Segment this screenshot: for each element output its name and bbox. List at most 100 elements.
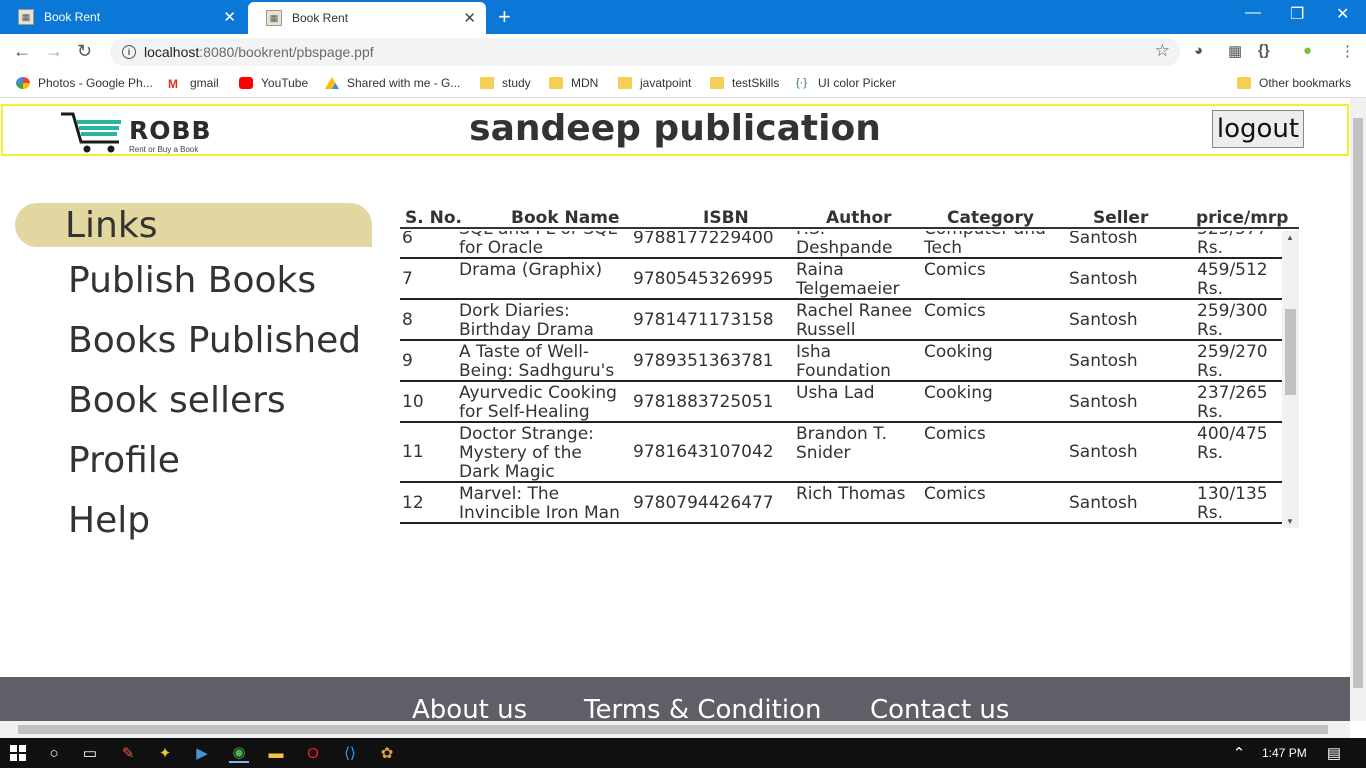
- table-body-scroll[interactable]: 6 SQL and PL or SQL for Oracle 97881772294…: [400, 231, 1282, 528]
- column-header-price: price/mrp: [1196, 208, 1289, 228]
- menu-kebab-icon[interactable]: ⋮: [1340, 42, 1355, 60]
- footer-about-us-link[interactable]: About us: [412, 695, 527, 721]
- bookmark-google-photos[interactable]: Photos - Google Ph...: [16, 76, 153, 90]
- bookmark-other-bookmarks[interactable]: Other bookmarks: [1237, 76, 1351, 90]
- browser-tab-2-active[interactable]: ▦ Book Rent ✕: [248, 2, 486, 34]
- paint3d-icon[interactable]: ✿: [377, 743, 397, 763]
- sidebar-links: Links Publish Books Books Published Book…: [15, 203, 372, 543]
- cell-name: Doctor Strange: Mystery of the Dark Magi…: [459, 424, 594, 482]
- table-row: 9 A Taste of Well-Being: Sadhguru's 978935…: [400, 341, 1282, 382]
- bookmark-gmail[interactable]: M gmail: [168, 76, 219, 91]
- site-footer: About us Terms & Condition Contact us: [0, 677, 1350, 721]
- bookmark-label: UI color Picker: [818, 76, 897, 90]
- new-tab-button[interactable]: +: [498, 4, 511, 30]
- sidebar-item-publish-books[interactable]: Publish Books: [15, 259, 372, 303]
- cell-author: Brandon T. Snider: [796, 424, 887, 463]
- sidebar-heading: Links: [15, 203, 372, 247]
- logout-button[interactable]: logout: [1212, 110, 1304, 148]
- file-explorer-icon[interactable]: ▬: [266, 743, 286, 763]
- bookmark-label: javatpoint: [640, 76, 692, 90]
- table-row: 12 Marvel: The Invincible Iron Man 9780794…: [400, 483, 1282, 524]
- cell-price: 459/512 Rs.: [1197, 260, 1268, 299]
- cell-seller: Santosh: [1069, 269, 1138, 289]
- restore-icon[interactable]: ❐: [1290, 4, 1304, 24]
- folder-icon: [480, 77, 494, 89]
- tray-chevron-up-icon[interactable]: ⌃: [1229, 743, 1249, 763]
- bookmark-star-icon[interactable]: ☆: [1155, 41, 1170, 61]
- extension-color-picker-icon[interactable]: ▦: [1228, 42, 1242, 60]
- cell-sno: 7: [402, 269, 413, 289]
- bookmarks-bar: Photos - Google Ph... M gmail YouTube Sh…: [0, 70, 1366, 98]
- footer-terms-link[interactable]: Terms & Condition: [584, 695, 821, 721]
- notification-icon[interactable]: ▤: [1324, 743, 1344, 763]
- bookmark-label: study: [502, 76, 531, 90]
- table-row: 6 SQL and PL or SQL for Oracle 97881772294…: [400, 231, 1282, 259]
- sidebar-item-help[interactable]: Help: [15, 499, 372, 543]
- sidebar-item-book-sellers[interactable]: Book sellers: [15, 379, 372, 423]
- folder-icon: [710, 77, 724, 89]
- table-scrollbar[interactable]: ▲ ▼: [1282, 231, 1299, 528]
- bookmark-folder-study[interactable]: study: [480, 76, 531, 90]
- page-vertical-scrollbar-thumb[interactable]: [1353, 118, 1363, 688]
- powershell-icon[interactable]: ▶: [192, 743, 212, 763]
- sidebar-item-books-published[interactable]: Books Published: [15, 319, 372, 363]
- cell-author: Isha Foundation: [796, 342, 891, 381]
- cell-sno: 8: [402, 310, 413, 330]
- table-row: 8 Dork Diaries: Birthday Drama 97814711731…: [400, 300, 1282, 341]
- bookmark-label: gmail: [190, 76, 219, 90]
- profile-avatar-icon[interactable]: ●: [1303, 42, 1312, 59]
- bookmark-google-drive[interactable]: Shared with me - G...: [325, 76, 460, 90]
- browser-tab-1[interactable]: ▦ Book Rent ✕: [0, 0, 246, 34]
- cell-seller: Santosh: [1069, 392, 1138, 412]
- search-circle-icon[interactable]: ○: [44, 743, 64, 763]
- extension-json-icon[interactable]: {}: [1258, 42, 1270, 59]
- cell-isbn: 9788177229400: [633, 231, 774, 248]
- cell-isbn: 9780545326995: [633, 269, 774, 289]
- cell-name: Dork Diaries: Birthday Drama: [459, 301, 594, 340]
- page-favicon-icon: ▦: [266, 10, 282, 26]
- site-header: ROBB Rent or Buy a Book sandeep publicat…: [1, 104, 1349, 156]
- close-icon[interactable]: ✕: [463, 9, 476, 27]
- folder-icon: [1237, 77, 1251, 89]
- task-view-icon[interactable]: ▭: [80, 743, 100, 763]
- cell-isbn: 9781643107042: [633, 442, 774, 462]
- windows-start-icon[interactable]: [8, 743, 28, 763]
- window-close-icon[interactable]: ✕: [1336, 4, 1349, 24]
- sidebar-item-profile[interactable]: Profile: [15, 439, 372, 483]
- scroll-up-arrow-icon[interactable]: ▲: [1286, 233, 1294, 242]
- page-horizontal-scrollbar[interactable]: [0, 721, 1350, 738]
- bookmark-folder-javatpoint[interactable]: javatpoint: [618, 76, 691, 90]
- chrome-icon[interactable]: ◉: [229, 743, 249, 763]
- bookmark-folder-mdn[interactable]: MDN: [549, 76, 598, 90]
- gmail-icon: M: [168, 77, 178, 91]
- cell-category: Comics: [924, 260, 986, 280]
- sticky-app-icon[interactable]: ✦: [155, 743, 175, 763]
- info-icon[interactable]: i: [122, 45, 136, 59]
- vscode-icon[interactable]: ⟨⟩: [340, 743, 360, 763]
- forward-arrow-icon[interactable]: →: [45, 41, 63, 62]
- scroll-down-arrow-icon[interactable]: ▼: [1286, 517, 1294, 526]
- footer-contact-us-link[interactable]: Contact us: [870, 695, 1009, 721]
- page-horizontal-scrollbar-thumb[interactable]: [18, 725, 1328, 734]
- paint-app-icon[interactable]: ✎: [118, 743, 138, 763]
- google-photos-icon: [16, 77, 30, 89]
- cell-author: Rich Thomas: [796, 484, 906, 504]
- minimize-icon[interactable]: —: [1245, 4, 1261, 22]
- address-bar[interactable]: i localhost:8080/bookrent/pbspage.ppf ☆: [110, 38, 1180, 66]
- cell-price: 259/300 Rs.: [1197, 301, 1268, 340]
- cell-isbn: 9780794426477: [633, 493, 774, 513]
- cell-seller: Santosh: [1069, 442, 1138, 462]
- back-arrow-icon[interactable]: ←: [13, 41, 31, 62]
- opera-icon[interactable]: O: [303, 743, 323, 763]
- table-scrollbar-thumb[interactable]: [1285, 309, 1296, 395]
- bookmark-label: YouTube: [261, 76, 309, 90]
- extension-globe-icon[interactable]: ◕: [1194, 42, 1203, 59]
- bookmark-ui-color-picker[interactable]: {·} UI color Picker: [796, 76, 896, 90]
- cell-sno: 6: [402, 231, 413, 248]
- bookmark-youtube[interactable]: YouTube: [239, 76, 308, 90]
- cell-category: Cooking: [924, 383, 993, 403]
- reload-icon[interactable]: ↻: [77, 41, 92, 62]
- bookmark-folder-testskills[interactable]: testSkills: [710, 76, 779, 90]
- close-icon[interactable]: ✕: [223, 8, 236, 26]
- page-vertical-scrollbar[interactable]: [1350, 98, 1366, 721]
